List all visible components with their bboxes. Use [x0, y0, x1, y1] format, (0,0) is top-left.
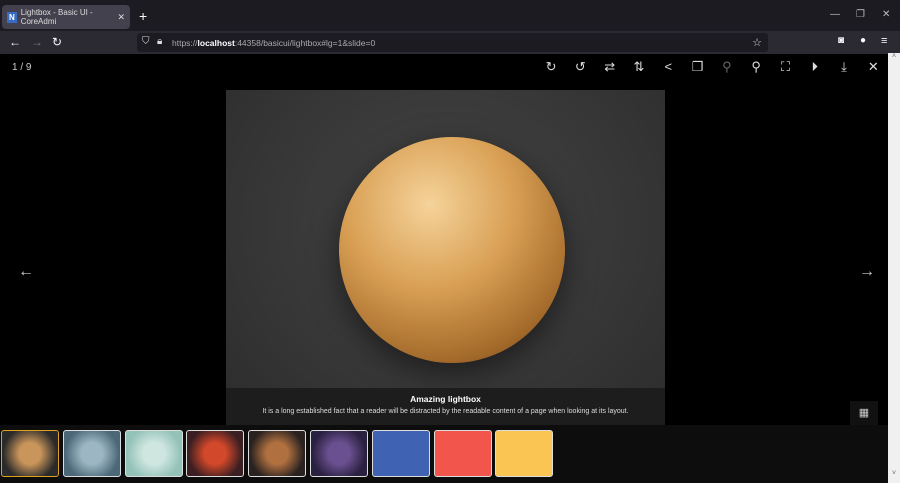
close-icon[interactable]: ✕	[859, 59, 888, 75]
tab-bar: N Lightbox - Basic UI - CoreAdmi ✕ + — ❐…	[0, 0, 900, 31]
thumbnail-crater[interactable]	[62, 430, 121, 477]
prev-arrow-icon[interactable]: ←	[18, 263, 34, 281]
download-icon[interactable]: ⤓	[829, 59, 858, 75]
scrollbar[interactable]: ˄ ˅	[888, 53, 900, 483]
extension-icon[interactable]: ●	[860, 35, 866, 46]
copy-icon[interactable]: ❐	[683, 59, 712, 75]
tab-close-icon[interactable]: ✕	[117, 12, 125, 23]
shield-icon: ⛉	[142, 36, 150, 47]
tab-title: Lightbox - Basic UI - CoreAdmi	[20, 8, 93, 26]
url-bar[interactable]: ⛉ 🔒︎ https://localhost:44358/basicui/lig…	[137, 33, 768, 52]
thumbnail-creature[interactable]	[310, 430, 368, 477]
rotate-right-icon[interactable]: ↻	[536, 59, 565, 75]
url-path: :44358/basicui/lightbox#lg=1&slide=0	[234, 37, 376, 48]
slide-counter: 1 / 9	[12, 62, 32, 73]
back-icon[interactable]: ←	[9, 35, 21, 49]
fullscreen-icon[interactable]: ⛶	[771, 59, 800, 75]
thumbnail-ships[interactable]	[248, 430, 307, 477]
caption-text: It is a long established fact that a rea…	[262, 408, 629, 415]
minimize-button[interactable]: —	[830, 9, 840, 20]
zoom-out-icon[interactable]: ⚲	[712, 59, 741, 75]
caption-title: Amazing lightbox	[410, 394, 481, 404]
thumbnail-fire-island[interactable]	[186, 430, 245, 477]
slide-caption: Amazing lightbox It is a long establishe…	[226, 388, 665, 425]
menu-icon[interactable]: ≡	[881, 35, 887, 47]
zoom-in-icon[interactable]: ⚲	[742, 59, 771, 75]
pocket-icon[interactable]: ◙	[838, 35, 844, 46]
url-host: localhost	[197, 37, 235, 48]
restore-button[interactable]: ❐	[856, 9, 865, 20]
play-icon[interactable]: ⏵	[800, 59, 829, 75]
thumbnail-logo-plus[interactable]	[495, 430, 554, 477]
thumbnail-jellyfish[interactable]	[124, 430, 183, 477]
forward-icon[interactable]: →	[31, 35, 43, 49]
sphere-image	[339, 137, 565, 363]
lock-icon: 🔒︎	[157, 36, 163, 47]
bookmark-star-icon[interactable]: ☆	[752, 36, 762, 49]
rotate-left-icon[interactable]: ↺	[566, 59, 595, 75]
nav-bar: ← → ↻ ⛉ 🔒︎ https://localhost:44358/basic…	[0, 31, 900, 54]
browser-tab[interactable]: N Lightbox - Basic UI - CoreAdmi ✕	[2, 5, 130, 29]
toggle-thumbnails-grid-icon[interactable]: ▦	[850, 401, 878, 425]
thumbnail-strip	[0, 425, 888, 483]
thumbnail-sphere[interactable]	[1, 430, 59, 477]
flip-vertical-icon[interactable]: ⇅	[624, 59, 653, 75]
close-window-button[interactable]: ✕	[882, 9, 890, 20]
thumbnail-tiles[interactable]	[371, 430, 430, 477]
flip-horizontal-icon[interactable]: ⇄	[595, 59, 624, 75]
url-prefix: https://	[172, 37, 198, 48]
slide-image: Amazing lightbox It is a long establishe…	[226, 90, 665, 425]
next-arrow-icon[interactable]: →	[859, 263, 875, 281]
lightbox-toolbar: ↻ ↺ ⇄ ⇅ < ❐ ⚲ ⚲ ⛶ ⏵ ⤓ ✕	[536, 59, 888, 75]
thumbnail-logo-d[interactable]	[433, 430, 492, 477]
new-tab-button[interactable]: +	[139, 8, 147, 24]
share-icon[interactable]: <	[654, 59, 683, 75]
favicon-icon: N	[7, 11, 17, 23]
reload-icon[interactable]: ↻	[52, 35, 62, 49]
